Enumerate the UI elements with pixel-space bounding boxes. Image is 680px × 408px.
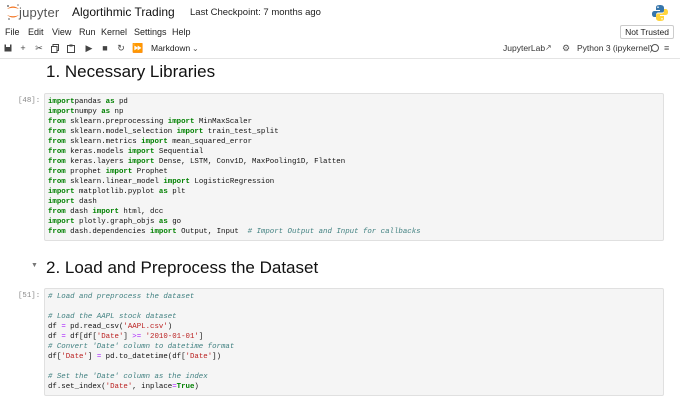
cut-icon[interactable]: ✂ — [34, 42, 44, 54]
code-line: df = pd.read_csv('AAPL.csv') — [48, 323, 173, 331]
trust-status-button[interactable]: Not Trusted — [620, 25, 674, 39]
paste-icon[interactable] — [66, 42, 76, 54]
gear-icon[interactable]: ⚙ — [562, 42, 570, 54]
notebook-toolbar: + ✂ ▶ ■ ↻ ⏩ Markdown ⌄ JupyterLab ↗ ⚙ Py… — [0, 42, 680, 56]
menu-icon[interactable]: ≡ — [664, 42, 669, 54]
cell-type-select[interactable]: Markdown — [151, 42, 190, 54]
fast-forward-icon[interactable]: ⏩ — [132, 42, 143, 54]
kernel-name[interactable]: Python 3 (ipykernel) — [577, 42, 653, 54]
python-logo-icon — [652, 5, 668, 21]
menu-settings[interactable]: Settings — [134, 27, 167, 37]
checkpoint-status: Last Checkpoint: 7 months ago — [190, 7, 321, 18]
external-link-icon[interactable]: ↗ — [545, 42, 552, 54]
chevron-down-icon[interactable]: ⌄ — [192, 42, 199, 55]
jupyter-brand-text: jupyter — [19, 5, 60, 20]
code-line: # Load the AAPL stock dataset — [48, 313, 177, 321]
code-line: from sklearn.preprocessing import MinMax… — [48, 118, 253, 126]
restart-icon[interactable]: ↻ — [116, 42, 126, 54]
code-line: from sklearn.model_selection import trai… — [48, 128, 279, 136]
code-line: from sklearn.linear_model import Logisti… — [48, 178, 275, 186]
cell-prompt-1: [48]: — [18, 97, 41, 105]
menu-bar: File Edit View Run Kernel Settings Help … — [0, 25, 680, 41]
menu-run[interactable]: Run — [79, 27, 96, 37]
toolbar-divider — [0, 58, 680, 59]
code-line: # Set the 'Date' column as the index — [48, 373, 208, 381]
code-line: # Convert 'Date' column to datetime form… — [48, 343, 235, 351]
run-icon[interactable]: ▶ — [84, 42, 94, 54]
menu-edit[interactable]: Edit — [28, 27, 44, 37]
jupyter-logo[interactable]: jupyter — [6, 3, 64, 23]
jupyter-logo-icon — [7, 4, 19, 20]
code-line: importnumpy as np — [48, 108, 124, 116]
code-line: import plotly.graph_objs as go — [48, 218, 182, 226]
menu-kernel[interactable]: Kernel — [101, 27, 127, 37]
save-icon[interactable] — [3, 42, 13, 54]
add-cell-icon[interactable]: + — [18, 42, 28, 54]
menu-file[interactable]: File — [5, 27, 20, 37]
collapse-arrow-icon[interactable]: ▼ — [31, 262, 38, 269]
code-line: from sklearn.metrics import mean_squared… — [48, 138, 253, 146]
code-line: from prophet import Prophet — [48, 168, 168, 176]
copy-icon[interactable] — [50, 42, 60, 54]
stop-icon[interactable]: ■ — [100, 42, 110, 54]
code-line: df = df[df['Date'] >= '2010-01-01'] — [48, 333, 204, 341]
code-cell-2[interactable]: # Load and preprocess the dataset # Load … — [44, 288, 664, 396]
markdown-heading-2[interactable]: 2. Load and Preprocess the Dataset — [46, 258, 318, 278]
code-line: from dash import html, dcc — [48, 208, 164, 216]
notebook-title[interactable]: Algortihmic Trading — [72, 5, 175, 19]
code-line: df['Date'] = pd.to_datetime(df['Date']) — [48, 353, 222, 361]
menu-view[interactable]: View — [52, 27, 71, 37]
code-line: from keras.models import Sequential — [48, 148, 204, 156]
menu-help[interactable]: Help — [172, 27, 191, 37]
code-line: import matplotlib.pyplot as plt — [48, 188, 186, 196]
notebook-header: jupyter Algortihmic Trading Last Checkpo… — [0, 0, 680, 27]
code-line: from keras.layers import Dense, LSTM, Co… — [48, 158, 346, 166]
code-line: import dash — [48, 198, 97, 206]
jupyterlab-link[interactable]: JupyterLab — [503, 42, 545, 54]
kernel-status-icon — [651, 44, 659, 52]
code-line: # Load and preprocess the dataset — [48, 293, 195, 301]
cell-prompt-2: [51]: — [18, 292, 41, 300]
code-cell-1[interactable]: importpandas as pd importnumpy as np from … — [44, 93, 664, 241]
markdown-heading-1[interactable]: 1. Necessary Libraries — [46, 62, 215, 82]
code-line: df.set_index('Date', inplace=True) — [48, 383, 199, 391]
code-line: from dash.dependencies import Output, In… — [48, 228, 421, 236]
code-line: importpandas as pd — [48, 98, 128, 106]
